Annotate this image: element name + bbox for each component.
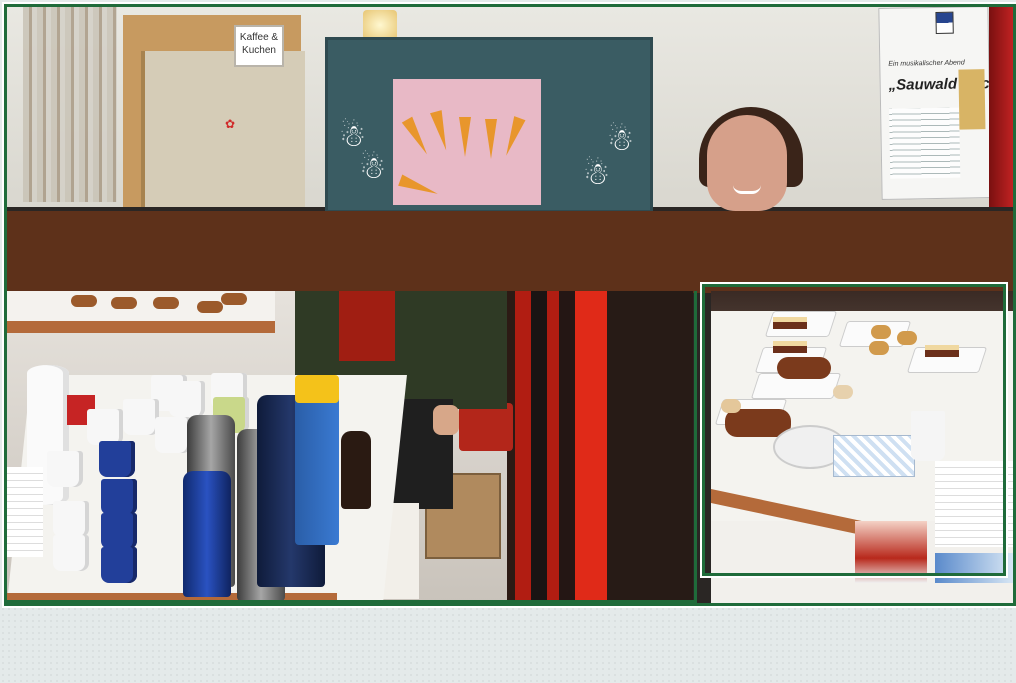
- school-cone-decoration: [459, 117, 471, 157]
- red-chair: [459, 403, 513, 451]
- blue-cup: [101, 479, 137, 515]
- top-photo-hallway: ✿ Kaffee & Kuchen ☃ ☃ ☃ ☃ Ein musikalisc…: [7, 7, 1013, 213]
- coat-of-arms-icon: [935, 11, 954, 34]
- cake-slice: [925, 345, 959, 357]
- pastry: [111, 297, 137, 309]
- cupcake: [897, 331, 917, 345]
- blue-thermos: [183, 471, 231, 597]
- pastry: [71, 295, 97, 307]
- white-cup: [169, 381, 205, 417]
- flyer-image: [958, 69, 986, 130]
- door-sign-line2: Kuchen: [242, 45, 276, 56]
- wall-lamp: [363, 10, 397, 40]
- woman-face: [707, 115, 787, 211]
- white-cup: [87, 409, 123, 445]
- coffee-table-edge: [7, 593, 337, 603]
- cupcake: [871, 325, 891, 339]
- brown-divider-band: [7, 211, 1013, 293]
- cake-slice: [773, 341, 807, 353]
- bottom-right-photo-cake-table: [711, 291, 1013, 603]
- door: [141, 51, 305, 207]
- flyer-body-text: [889, 107, 961, 179]
- pastry: [721, 399, 741, 413]
- white-cup: [53, 501, 89, 537]
- white-cup: [123, 399, 159, 435]
- photo-card: [855, 521, 927, 583]
- yellow-thermos-cap: [295, 375, 339, 403]
- pastry: [221, 293, 247, 305]
- white-cup: [53, 535, 89, 571]
- blue-yellow-thermos: [295, 389, 339, 545]
- red-room-divider: [507, 291, 693, 603]
- cake-slice: [773, 317, 807, 329]
- person-red-vest: [339, 291, 395, 361]
- event-flyer: Ein musikalischer Abend „Sauwald Gschich…: [878, 7, 1013, 200]
- paper-figure-decoration: ☃: [583, 158, 610, 191]
- flyer-pretitle: Ein musikalischer Abend: [888, 59, 965, 68]
- pastry: [833, 385, 853, 399]
- photo-collage: ✿ Kaffee & Kuchen ☃ ☃ ☃ ☃ Ein musikalisc…: [4, 4, 1016, 606]
- stollen-loaf: [777, 357, 831, 379]
- pastry: [197, 301, 223, 313]
- bottom-left-photo-coffee-table: [7, 291, 693, 603]
- napkin-stack: [7, 467, 43, 557]
- wall-poster: [23, 7, 117, 202]
- white-cup: [155, 417, 191, 453]
- white-cup: [47, 451, 83, 487]
- school-cone-decoration: [485, 119, 497, 159]
- brown-thermos: [341, 431, 371, 509]
- napkin-stack: [935, 461, 1013, 547]
- red-curtain: [989, 7, 1013, 207]
- person-hand: [433, 405, 459, 435]
- blue-cup: [101, 547, 137, 583]
- cup-with-straws: [911, 411, 945, 461]
- blue-cup: [99, 441, 135, 477]
- photo-card: [935, 553, 1013, 583]
- tissue-box: [833, 435, 915, 477]
- paper-figure-decoration: ☃: [607, 124, 634, 157]
- door-sign: Kaffee & Kuchen: [234, 25, 284, 67]
- paper-figure-decoration: ☃: [339, 120, 366, 153]
- door-red-mark: ✿: [225, 117, 236, 131]
- blue-cup: [101, 513, 137, 549]
- cupcake: [869, 341, 889, 355]
- door-sign-line1: Kaffee &: [239, 32, 279, 43]
- pastry: [153, 297, 179, 309]
- paper-figure-decoration: ☃: [359, 152, 386, 185]
